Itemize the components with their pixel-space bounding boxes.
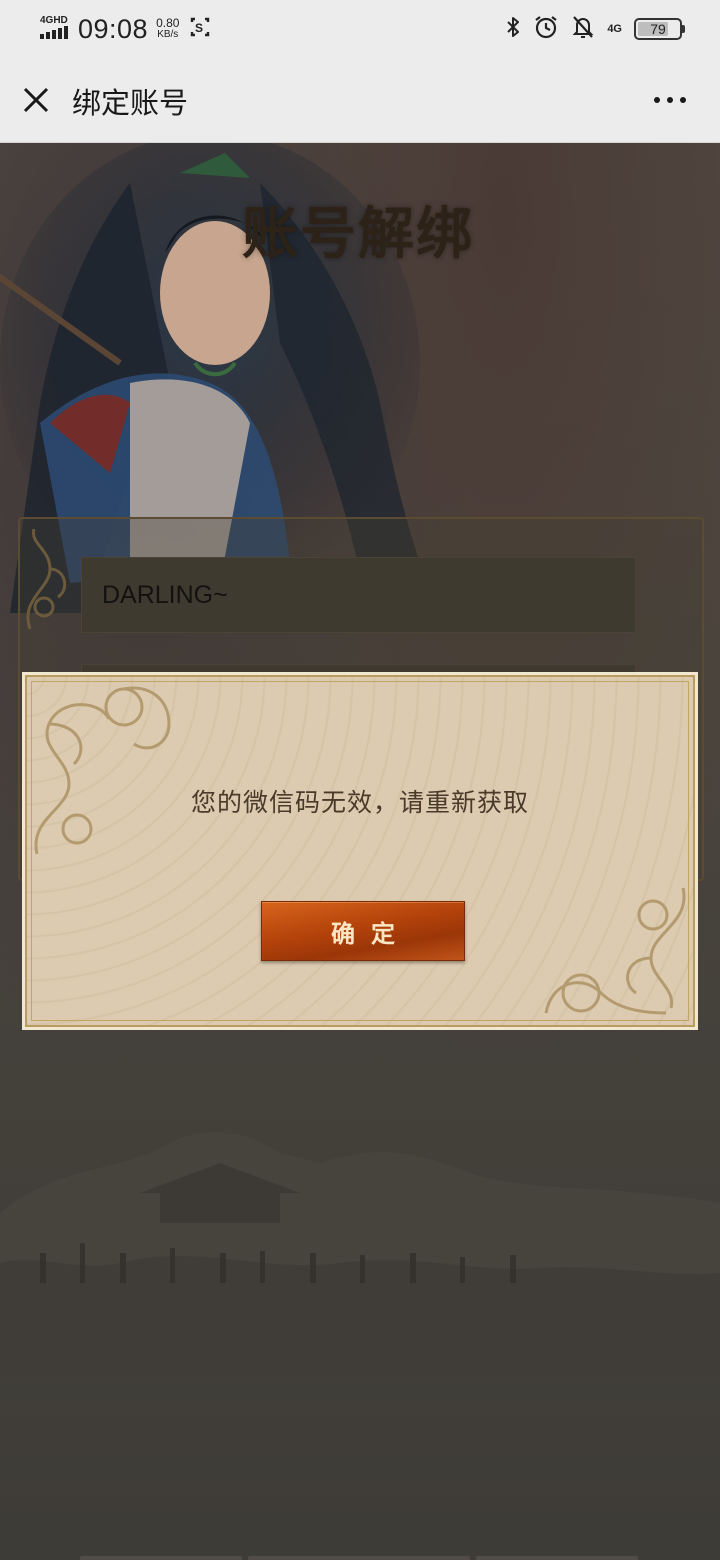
account-input-value: DARLING~ <box>102 580 228 609</box>
dialog-message: 您的微信码无效，请重新获取 <box>190 788 529 817</box>
cloud-swirl-decoration <box>544 887 686 1015</box>
more-dot-icon <box>654 97 660 103</box>
battery-level: 79 <box>650 21 666 37</box>
status-left: 4GHD 09:08 0.80 KB/s S <box>38 10 211 48</box>
status-bar: 4GHD 09:08 0.80 KB/s S 4G 79 <box>0 0 720 58</box>
page-title: 绑定账号 <box>72 86 189 120</box>
alert-dialog: 您的微信码无效，请重新获取 确定 <box>22 672 698 1030</box>
cell-signal-icon: 4GHD <box>38 15 72 43</box>
speed-unit: KB/s <box>157 29 179 40</box>
ink-landscape-decoration <box>0 1132 720 1383</box>
cloud-swirl-decoration <box>34 686 171 855</box>
nav-bar: 绑定账号 <box>0 58 720 143</box>
close-button[interactable] <box>20 84 52 116</box>
close-icon <box>23 87 49 113</box>
alarm-icon <box>533 14 559 45</box>
battery-icon: 79 <box>634 18 685 40</box>
confirm-button[interactable]: 确定 <box>261 901 465 961</box>
speed-value: 0.80 <box>156 16 180 30</box>
screenshot-icon: S <box>189 16 211 43</box>
svg-text:S: S <box>195 21 203 35</box>
more-dot-icon <box>680 97 686 103</box>
cloud-swirl-decoration <box>26 528 67 630</box>
more-menu-button[interactable] <box>650 88 690 112</box>
bottom-tab-strip <box>0 1552 720 1560</box>
network-tag: 4GHD <box>40 15 68 26</box>
status-right: 4G 79 <box>505 12 685 46</box>
hero-title: 账号解绑 <box>242 201 474 267</box>
bluetooth-icon <box>505 15 521 44</box>
mute-icon <box>571 14 595 45</box>
clock: 09:08 <box>78 13 149 44</box>
more-dot-icon <box>667 97 673 103</box>
account-input[interactable]: DARLING~ <box>81 557 636 633</box>
network-speed: 0.80 KB/s <box>156 17 179 41</box>
net-type: 4G <box>607 23 622 35</box>
